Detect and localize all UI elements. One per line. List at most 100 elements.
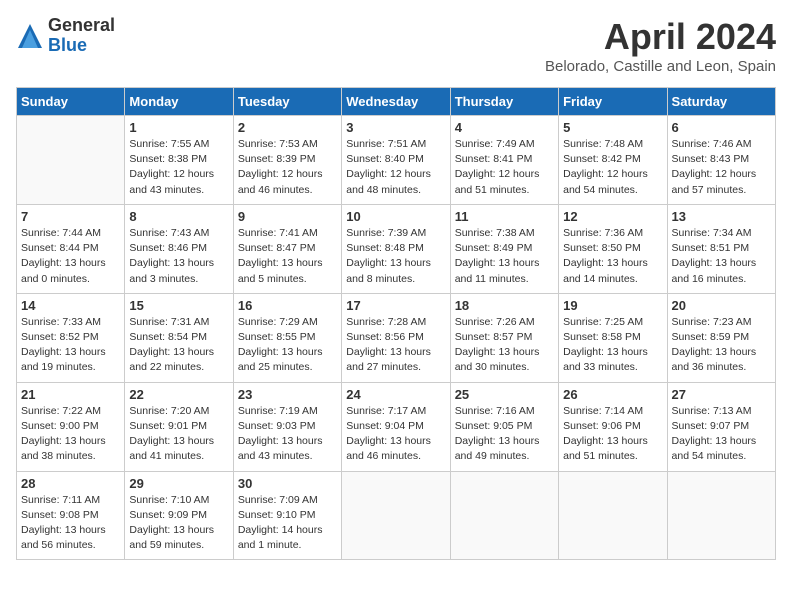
day-number: 29 — [129, 476, 228, 491]
day-number: 14 — [21, 298, 120, 313]
day-number: 7 — [21, 209, 120, 224]
calendar-cell: 29 Sunrise: 7:10 AMSunset: 9:09 PMDayligh… — [125, 471, 233, 560]
day-number: 26 — [563, 387, 662, 402]
day-info: Sunrise: 7:17 AMSunset: 9:04 PMDaylight:… — [346, 404, 445, 465]
day-info: Sunrise: 7:14 AMSunset: 9:06 PMDaylight:… — [563, 404, 662, 465]
day-number: 13 — [672, 209, 771, 224]
day-info: Sunrise: 7:20 AMSunset: 9:01 PMDaylight:… — [129, 404, 228, 465]
day-info: Sunrise: 7:44 AMSunset: 8:44 PMDaylight:… — [21, 226, 120, 287]
day-info: Sunrise: 7:51 AMSunset: 8:40 PMDaylight:… — [346, 137, 445, 198]
header-friday: Friday — [559, 88, 667, 116]
day-info: Sunrise: 7:13 AMSunset: 9:07 PMDaylight:… — [672, 404, 771, 465]
day-info: Sunrise: 7:22 AMSunset: 9:00 PMDaylight:… — [21, 404, 120, 465]
day-number: 10 — [346, 209, 445, 224]
header-wednesday: Wednesday — [342, 88, 450, 116]
calendar-cell: 10 Sunrise: 7:39 AMSunset: 8:48 PMDayligh… — [342, 204, 450, 293]
header-tuesday: Tuesday — [233, 88, 341, 116]
day-number: 4 — [455, 120, 554, 135]
calendar-cell: 17Sunrise: 7:28 AMSunset: 8:56 PMDayligh… — [342, 293, 450, 382]
day-number: 9 — [238, 209, 337, 224]
calendar-cell: 13 Sunrise: 7:34 AMSunset: 8:51 PMDayligh… — [667, 204, 775, 293]
day-info: Sunrise: 7:11 AMSunset: 9:08 PMDaylight:… — [21, 493, 120, 554]
day-number: 3 — [346, 120, 445, 135]
day-info: Sunrise: 7:38 AMSunset: 8:49 PMDaylight:… — [455, 226, 554, 287]
day-info: Sunrise: 7:43 AMSunset: 8:46 PMDaylight:… — [129, 226, 228, 287]
calendar-cell: 1 Sunrise: 7:55 AMSunset: 8:38 PMDaylight… — [125, 116, 233, 205]
calendar-cell — [559, 471, 667, 560]
calendar-cell: 26 Sunrise: 7:14 AMSunset: 9:06 PMDayligh… — [559, 382, 667, 471]
logo-general: General — [48, 16, 115, 36]
header-sunday: Sunday — [17, 88, 125, 116]
header-monday: Monday — [125, 88, 233, 116]
day-number: 30 — [238, 476, 337, 491]
day-number: 1 — [129, 120, 228, 135]
calendar-cell: 25Sunrise: 7:16 AMSunset: 9:05 PMDayligh… — [450, 382, 558, 471]
day-number: 16 — [238, 298, 337, 313]
calendar-cell: 18Sunrise: 7:26 AMSunset: 8:57 PMDayligh… — [450, 293, 558, 382]
day-number: 28 — [21, 476, 120, 491]
day-number: 8 — [129, 209, 228, 224]
calendar-cell: 4 Sunrise: 7:49 AMSunset: 8:41 PMDaylight… — [450, 116, 558, 205]
calendar-week-5: 28 Sunrise: 7:11 AMSunset: 9:08 PMDayligh… — [17, 471, 776, 560]
calendar-table: SundayMondayTuesdayWednesdayThursdayFrid… — [16, 87, 776, 560]
day-info: Sunrise: 7:33 AMSunset: 8:52 PMDaylight:… — [21, 315, 120, 376]
day-info: Sunrise: 7:25 AMSunset: 8:58 PMDaylight:… — [563, 315, 662, 376]
calendar-cell: 15Sunrise: 7:31 AMSunset: 8:54 PMDayligh… — [125, 293, 233, 382]
logo-text: General Blue — [48, 16, 115, 56]
calendar-cell — [342, 471, 450, 560]
calendar-cell: 30 Sunrise: 7:09 AMSunset: 9:10 PMDayligh… — [233, 471, 341, 560]
calendar-title: April 2024 — [545, 16, 776, 58]
calendar-cell: 9 Sunrise: 7:41 AMSunset: 8:47 PMDaylight… — [233, 204, 341, 293]
calendar-cell — [667, 471, 775, 560]
day-info: Sunrise: 7:46 AMSunset: 8:43 PMDaylight:… — [672, 137, 771, 198]
day-info: Sunrise: 7:48 AMSunset: 8:42 PMDaylight:… — [563, 137, 662, 198]
calendar-subtitle: Belorado, Castille and Leon, Spain — [545, 58, 776, 75]
day-info: Sunrise: 7:41 AMSunset: 8:47 PMDaylight:… — [238, 226, 337, 287]
calendar-cell: 3 Sunrise: 7:51 AMSunset: 8:40 PMDaylight… — [342, 116, 450, 205]
day-info: Sunrise: 7:49 AMSunset: 8:41 PMDaylight:… — [455, 137, 554, 198]
calendar-cell: 2 Sunrise: 7:53 AMSunset: 8:39 PMDaylight… — [233, 116, 341, 205]
calendar-week-4: 21 Sunrise: 7:22 AMSunset: 9:00 PMDayligh… — [17, 382, 776, 471]
calendar-cell: 11 Sunrise: 7:38 AMSunset: 8:49 PMDayligh… — [450, 204, 558, 293]
day-info: Sunrise: 7:23 AMSunset: 8:59 PMDaylight:… — [672, 315, 771, 376]
calendar-cell: 8 Sunrise: 7:43 AMSunset: 8:46 PMDaylight… — [125, 204, 233, 293]
day-info: Sunrise: 7:10 AMSunset: 9:09 PMDaylight:… — [129, 493, 228, 554]
day-number: 11 — [455, 209, 554, 224]
logo: General Blue — [16, 16, 115, 56]
calendar-cell: 23Sunrise: 7:19 AMSunset: 9:03 PMDayligh… — [233, 382, 341, 471]
calendar-cell: 7 Sunrise: 7:44 AMSunset: 8:44 PMDaylight… — [17, 204, 125, 293]
day-number: 21 — [21, 387, 120, 402]
day-number: 20 — [672, 298, 771, 313]
day-info: Sunrise: 7:53 AMSunset: 8:39 PMDaylight:… — [238, 137, 337, 198]
day-info: Sunrise: 7:55 AMSunset: 8:38 PMDaylight:… — [129, 137, 228, 198]
calendar-cell: 6 Sunrise: 7:46 AMSunset: 8:43 PMDaylight… — [667, 116, 775, 205]
day-info: Sunrise: 7:39 AMSunset: 8:48 PMDaylight:… — [346, 226, 445, 287]
calendar-cell: 28 Sunrise: 7:11 AMSunset: 9:08 PMDayligh… — [17, 471, 125, 560]
day-number: 2 — [238, 120, 337, 135]
day-number: 19 — [563, 298, 662, 313]
calendar-cell: 16Sunrise: 7:29 AMSunset: 8:55 PMDayligh… — [233, 293, 341, 382]
day-info: Sunrise: 7:09 AMSunset: 9:10 PMDaylight:… — [238, 493, 337, 554]
calendar-cell: 27 Sunrise: 7:13 AMSunset: 9:07 PMDayligh… — [667, 382, 775, 471]
day-number: 18 — [455, 298, 554, 313]
day-number: 17 — [346, 298, 445, 313]
day-info: Sunrise: 7:36 AMSunset: 8:50 PMDaylight:… — [563, 226, 662, 287]
calendar-header-row: SundayMondayTuesdayWednesdayThursdayFrid… — [17, 88, 776, 116]
calendar-cell: 21 Sunrise: 7:22 AMSunset: 9:00 PMDayligh… — [17, 382, 125, 471]
day-info: Sunrise: 7:34 AMSunset: 8:51 PMDaylight:… — [672, 226, 771, 287]
day-number: 6 — [672, 120, 771, 135]
day-number: 25 — [455, 387, 554, 402]
page-header: General Blue April 2024 Belorado, Castil… — [16, 16, 776, 75]
day-number: 12 — [563, 209, 662, 224]
header-thursday: Thursday — [450, 88, 558, 116]
day-number: 27 — [672, 387, 771, 402]
day-number: 24 — [346, 387, 445, 402]
calendar-cell — [17, 116, 125, 205]
calendar-cell: 20 Sunrise: 7:23 AMSunset: 8:59 PMDayligh… — [667, 293, 775, 382]
day-number: 5 — [563, 120, 662, 135]
calendar-week-3: 14 Sunrise: 7:33 AMSunset: 8:52 PMDayligh… — [17, 293, 776, 382]
calendar-cell — [450, 471, 558, 560]
logo-icon — [16, 22, 44, 50]
calendar-cell: 19 Sunrise: 7:25 AMSunset: 8:58 PMDayligh… — [559, 293, 667, 382]
calendar-cell: 14 Sunrise: 7:33 AMSunset: 8:52 PMDayligh… — [17, 293, 125, 382]
